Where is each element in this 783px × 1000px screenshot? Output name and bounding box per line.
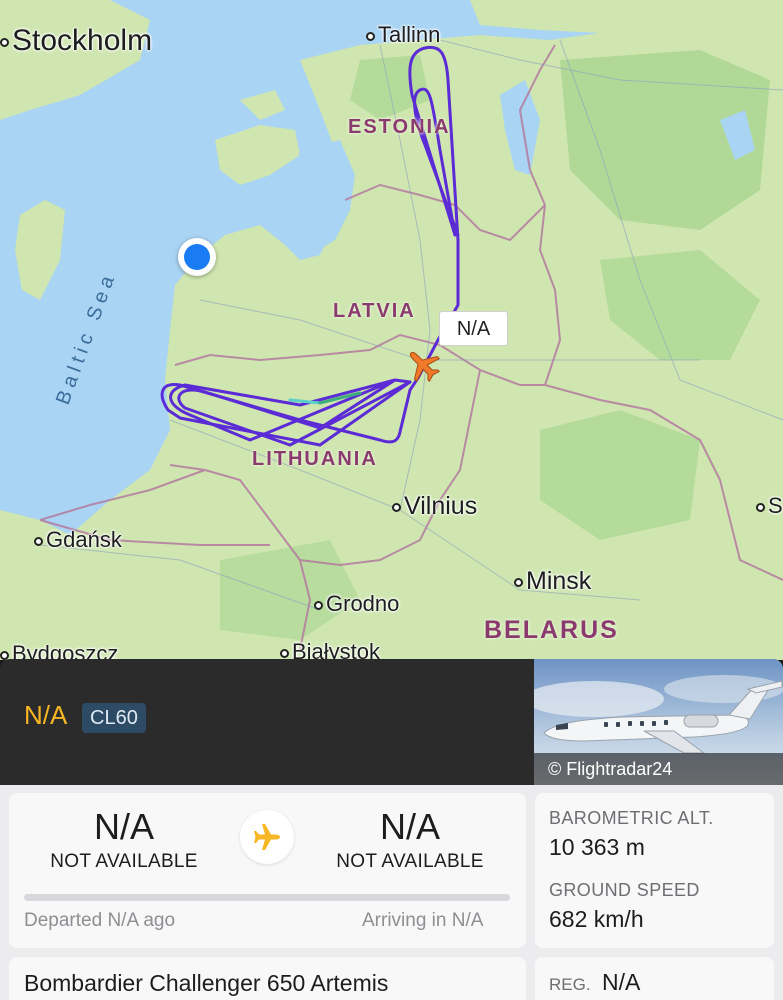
altitude-value: 10 363 m [549,834,645,860]
origin-code: N/A [93,806,154,847]
ground-speed-label: GROUND SPEED [549,880,700,900]
flight-callout[interactable]: N/A [439,311,508,346]
origin-name: NOT AVAILABLE [50,851,198,872]
registration-value: N/A [602,969,641,995]
airplane-icon [254,824,280,850]
country-label-estonia: ESTONIA [348,116,451,138]
city-label-vilnius: Vilnius [392,492,477,521]
country-label-latvia: LATVIA [333,300,416,322]
registration-label: REG. [549,975,591,994]
city-label-gdansk: Gdańsk [34,527,122,553]
photo-credit: © Flightradar24 [534,753,783,785]
city-marker [314,600,323,610]
city-label-partial: S [756,493,783,519]
city-label-bydgoszcz: Bydgoszcz [0,641,118,660]
city-marker [514,577,523,587]
city-marker [756,502,765,512]
city-label-grodno: Grodno [314,591,399,617]
aircraft-model: Bombardier Challenger 650 Artemis [24,970,389,996]
user-location-dot[interactable] [178,238,216,276]
aircraft-type-badge: CL60 [82,703,146,733]
altitude-label: BAROMETRIC ALT. [549,808,714,828]
city-label-minsk: Minsk [514,567,591,596]
flight-number: N/A [24,700,68,730]
country-label-lithuania: LITHUANIA [252,448,378,470]
city-marker [392,502,401,512]
arriving-text: Arriving in N/A [362,910,484,931]
departed-text: Departed N/A ago [24,910,176,931]
city-marker [366,31,375,41]
country-label-belarus: BELARUS [484,616,619,644]
route-plane-badge [240,810,294,864]
flight-map[interactable]: Baltic Sea Stockholm Tallinn Gdańsk Viln… [0,0,783,660]
city-label-stockholm: Stockholm [0,24,152,58]
city-label-bialystok: Białystok [280,639,380,660]
city-marker [34,536,43,546]
map-canvas [0,0,783,660]
ground-speed-value: 682 km/h [549,906,644,932]
city-marker [0,37,9,47]
city-label-tallinn: Tallinn [366,22,440,48]
destination-code: N/A [379,806,440,847]
flight-progress-bar [24,894,510,901]
city-marker [280,648,289,658]
destination-name: NOT AVAILABLE [336,851,484,872]
